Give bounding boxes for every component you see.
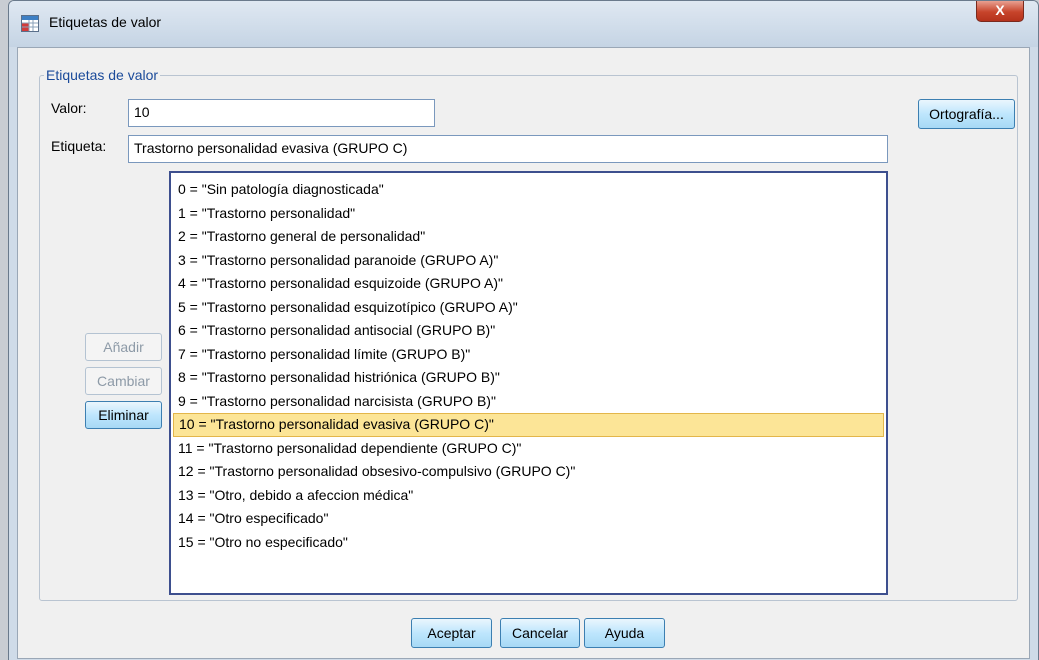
list-item[interactable]: 12 = "Trastorno personalidad obsesivo-co… <box>173 460 884 484</box>
dialog-body: Etiquetas de valor Valor: 10 Etiqueta: T… <box>17 47 1030 659</box>
title-bar[interactable]: Etiquetas de valor X <box>9 1 1038 47</box>
etiqueta-label: Etiqueta: <box>51 138 107 154</box>
list-item[interactable]: 3 = "Trastorno personalidad paranoide (G… <box>173 249 884 273</box>
list-item[interactable]: 5 = "Trastorno personalidad esquizotípic… <box>173 296 884 320</box>
value-labels-dialog: Etiquetas de valor X Etiquetas de valor … <box>8 0 1039 660</box>
value-labels-app-icon <box>21 15 39 32</box>
window-title: Etiquetas de valor <box>49 14 162 30</box>
ayuda-button[interactable]: Ayuda <box>584 618 665 648</box>
list-item[interactable]: 0 = "Sin patología diagnosticada" <box>173 178 884 202</box>
list-item[interactable]: 4 = "Trastorno personalidad esquizoide (… <box>173 272 884 296</box>
group-legend: Etiquetas de valor <box>44 67 161 83</box>
list-item[interactable]: 15 = "Otro no especificado" <box>173 531 884 555</box>
list-item[interactable]: 8 = "Trastorno personalidad histriónica … <box>173 366 884 390</box>
list-item[interactable]: 7 = "Trastorno personalidad límite (GRUP… <box>173 343 884 367</box>
valor-input[interactable]: 10 <box>128 99 435 127</box>
valor-label: Valor: <box>51 100 87 116</box>
aceptar-button[interactable]: Aceptar <box>411 618 492 648</box>
list-item[interactable]: 9 = "Trastorno personalidad narcisista (… <box>173 390 884 414</box>
close-button[interactable]: X <box>976 1 1024 22</box>
list-item[interactable]: 11 = "Trastorno personalidad dependiente… <box>173 437 884 461</box>
list-item[interactable]: 1 = "Trastorno personalidad" <box>173 202 884 226</box>
ortografia-button[interactable]: Ortografía... <box>918 99 1015 129</box>
anadir-button[interactable]: Añadir <box>85 333 162 361</box>
cambiar-button[interactable]: Cambiar <box>85 367 162 395</box>
etiqueta-input[interactable]: Trastorno personalidad evasiva (GRUPO C) <box>128 135 888 163</box>
value-labels-list[interactable]: 0 = "Sin patología diagnosticada" 1 = "Tr… <box>169 171 888 595</box>
eliminar-button[interactable]: Eliminar <box>85 401 162 429</box>
cancelar-button[interactable]: Cancelar <box>500 618 580 648</box>
list-item[interactable]: 6 = "Trastorno personalidad antisocial (… <box>173 319 884 343</box>
list-item[interactable]: 14 = "Otro especificado" <box>173 507 884 531</box>
list-item[interactable]: 2 = "Trastorno general de personalidad" <box>173 225 884 249</box>
close-icon: X <box>995 2 1005 18</box>
list-item-selected[interactable]: 10 = "Trastorno personalidad evasiva (GR… <box>173 413 884 437</box>
list-item[interactable]: 13 = "Otro, debido a afeccion médica" <box>173 484 884 508</box>
